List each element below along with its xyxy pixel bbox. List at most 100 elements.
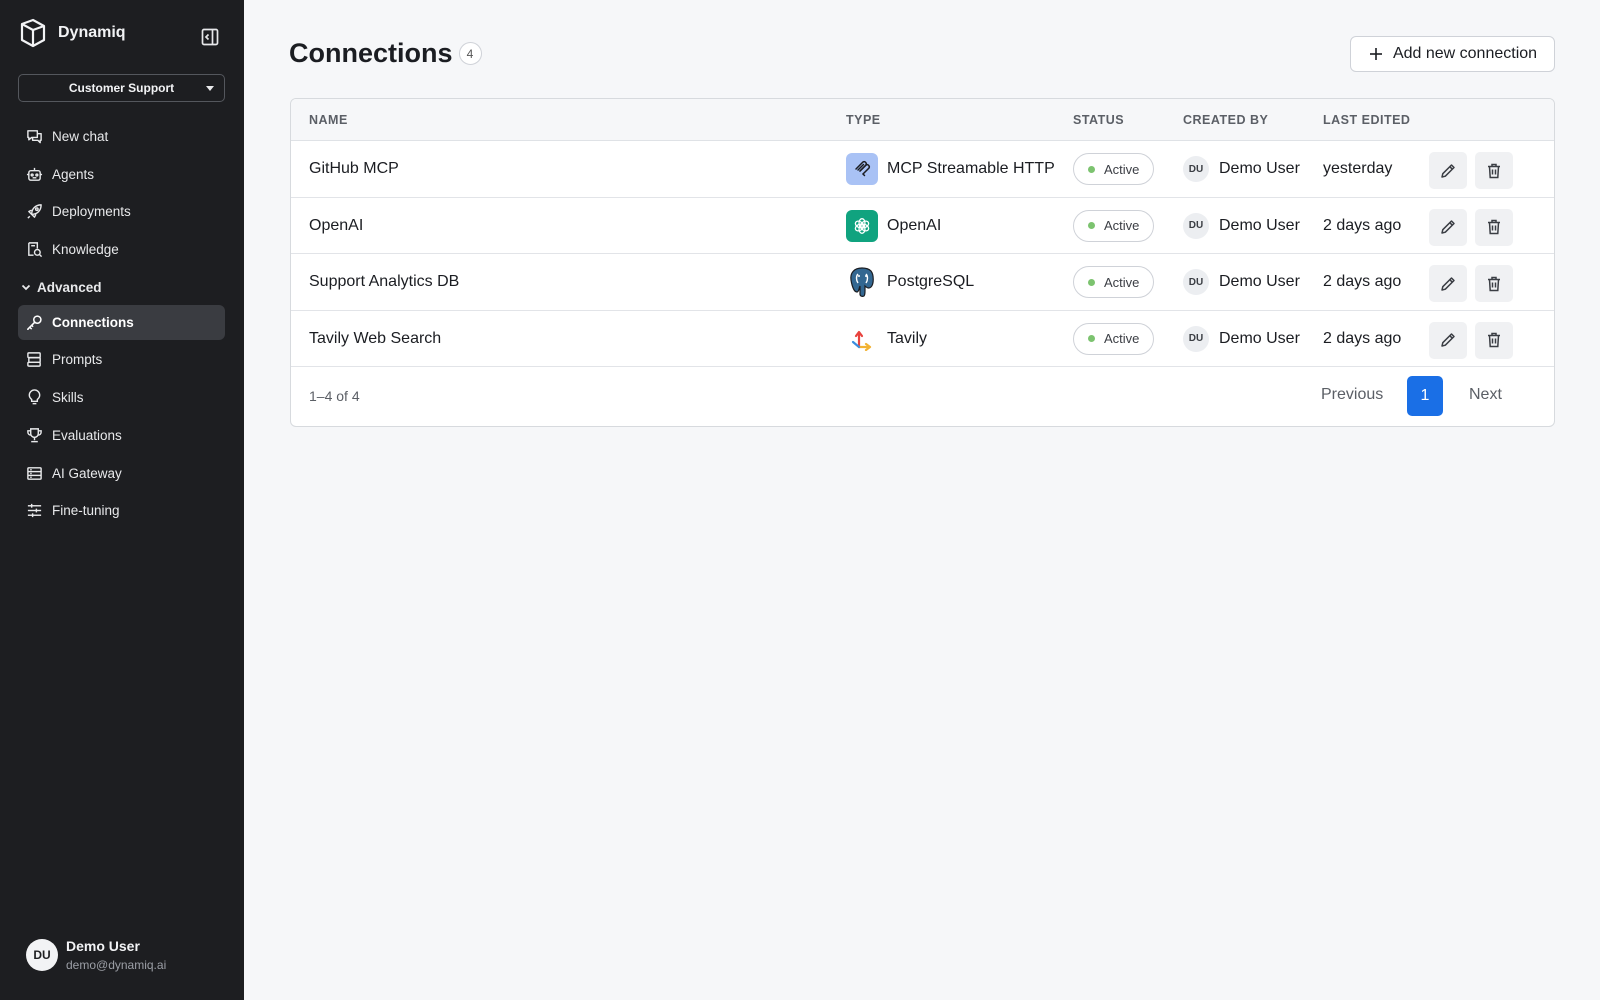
sidebar-item-label: Skills (52, 390, 84, 406)
pagination: 1–4 of 4 Previous 1 Next (291, 367, 1554, 425)
trash-icon (1488, 163, 1500, 178)
avatar: DU (26, 939, 58, 971)
pencil-icon (1441, 163, 1455, 178)
sidebar-item-label: Deployments (52, 204, 131, 220)
page-title: Connections (289, 38, 453, 68)
table-row[interactable]: Support Analytics DB PostgreSQL Active D… (291, 254, 1554, 311)
delete-button[interactable] (1475, 208, 1513, 246)
edit-button[interactable] (1429, 321, 1467, 359)
app-name: Dynamiq (58, 24, 126, 41)
avatar: DU (1183, 325, 1209, 352)
column-header-last-edited[interactable]: LAST EDITED (1323, 113, 1410, 127)
collapse-sidebar-button[interactable] (198, 25, 222, 49)
trash-icon (1488, 219, 1500, 235)
prompts-icon (27, 352, 41, 368)
trophy-icon (27, 427, 42, 443)
connection-name: GitHub MCP (309, 160, 399, 177)
caret-down-icon (206, 86, 214, 91)
table-row[interactable]: GitHub MCP MCP Streamable HTTP Active DU… (291, 141, 1554, 198)
count-badge: 4 (458, 42, 482, 65)
section-label: Advanced (37, 279, 102, 295)
sidebar-item-connections[interactable]: Connections (18, 304, 225, 340)
edit-button[interactable] (1429, 152, 1467, 189)
column-header-type[interactable]: TYPE (846, 113, 881, 127)
creator-cell: DU Demo User (1183, 254, 1300, 310)
trash-icon (1488, 332, 1500, 348)
user-email: demo@dynamiq.ai (66, 958, 167, 972)
pencil-icon (1441, 276, 1455, 291)
avatar: DU (1183, 269, 1209, 295)
add-connection-button[interactable]: Add new connection (1350, 36, 1555, 72)
sidebar-item-new-chat[interactable]: New chat (18, 119, 225, 154)
sidebar-item-label: Connections (52, 314, 134, 330)
page-1-button[interactable]: 1 (1407, 376, 1443, 416)
sidebar-item-deployments[interactable]: Deployments (18, 194, 225, 229)
sidebar-nav: New chat Agents Deployments Knowledge Ad… (18, 119, 225, 531)
status-dot-icon (1088, 165, 1095, 173)
sidebar-item-skills[interactable]: Skills (18, 380, 225, 415)
edit-button[interactable] (1429, 208, 1467, 246)
sidebar-item-label: Prompts (52, 352, 103, 368)
sidebar-item-label: AI Gateway (52, 465, 122, 481)
delete-button[interactable] (1475, 321, 1513, 359)
book-search-icon (28, 242, 43, 258)
rocket-icon (27, 204, 42, 219)
sidebar-item-agents[interactable]: Agents (18, 157, 225, 192)
workspace-selector[interactable]: Customer Support (18, 74, 225, 102)
status-badge: Active (1073, 209, 1155, 242)
pencil-icon (1441, 220, 1455, 234)
status-badge: Active (1073, 322, 1155, 355)
sidebar-section-advanced[interactable]: Advanced (18, 270, 225, 305)
type-cell: Tavily (846, 311, 927, 367)
sidebar-item-ai-gateway[interactable]: AI Gateway (18, 456, 225, 491)
status-cell: Active (1073, 141, 1155, 197)
trash-icon (1488, 276, 1500, 291)
creator-name: Demo User (1219, 273, 1300, 290)
last-edited: 2 days ago (1323, 273, 1402, 290)
creator-name: Demo User (1219, 329, 1300, 347)
user-profile[interactable]: DU Demo User demo@dynamiq.ai (26, 938, 166, 972)
status-label: Active (1104, 161, 1140, 177)
edit-button[interactable] (1429, 265, 1467, 302)
table-row[interactable]: OpenAI OpenAI Active DU Demo User 2 days… (291, 198, 1554, 254)
column-header-status[interactable]: STATUS (1073, 113, 1124, 127)
lightbulb-icon (28, 389, 41, 405)
previous-page-button[interactable]: Previous (1321, 386, 1383, 404)
sidebar-item-knowledge[interactable]: Knowledge (18, 232, 225, 267)
chat-icon (27, 130, 42, 144)
sidebar-item-label: Evaluations (52, 427, 122, 443)
sliders-icon (27, 504, 42, 518)
last-edited: 2 days ago (1323, 216, 1402, 234)
brand[interactable]: Dynamiq (18, 18, 126, 48)
sidebar: Dynamiq Customer Support New chat Agents… (0, 0, 244, 1000)
creator-cell: DU Demo User (1183, 198, 1300, 254)
table-header: NAME TYPE STATUS CREATED BY LAST EDITED (291, 99, 1554, 141)
status-label: Active (1104, 331, 1140, 346)
robot-icon (26, 167, 43, 181)
status-cell: Active (1073, 198, 1155, 254)
delete-button[interactable] (1475, 152, 1513, 189)
delete-button[interactable] (1475, 265, 1513, 302)
status-label: Active (1104, 218, 1140, 233)
plus-icon (1369, 48, 1382, 60)
table-row[interactable]: Tavily Web Search Tavily Active DU Demo … (291, 311, 1554, 367)
sidebar-item-evaluations[interactable]: Evaluations (18, 418, 225, 453)
connection-name: Tavily Web Search (309, 329, 442, 347)
avatar: DU (1183, 212, 1209, 239)
last-edited: 2 days ago (1323, 329, 1402, 347)
status-cell: Active (1073, 311, 1155, 367)
connection-name: Support Analytics DB (309, 273, 460, 290)
status-dot-icon (1088, 278, 1095, 286)
type-cell: MCP Streamable HTTP (846, 141, 1055, 197)
sidebar-item-fine-tuning[interactable]: Fine-tuning (18, 493, 225, 528)
status-label: Active (1104, 274, 1140, 290)
next-page-button[interactable]: Next (1469, 386, 1502, 404)
status-badge: Active (1073, 266, 1155, 298)
column-header-created-by[interactable]: CREATED BY (1183, 113, 1268, 127)
creator-name: Demo User (1219, 216, 1300, 234)
main-content: Connections 4 Add new connection NAME TY… (244, 0, 1600, 1000)
column-header-name[interactable]: NAME (309, 113, 348, 127)
sidebar-item-prompts[interactable]: Prompts (18, 342, 225, 377)
status-dot-icon (1088, 335, 1095, 342)
server-icon (27, 466, 42, 480)
